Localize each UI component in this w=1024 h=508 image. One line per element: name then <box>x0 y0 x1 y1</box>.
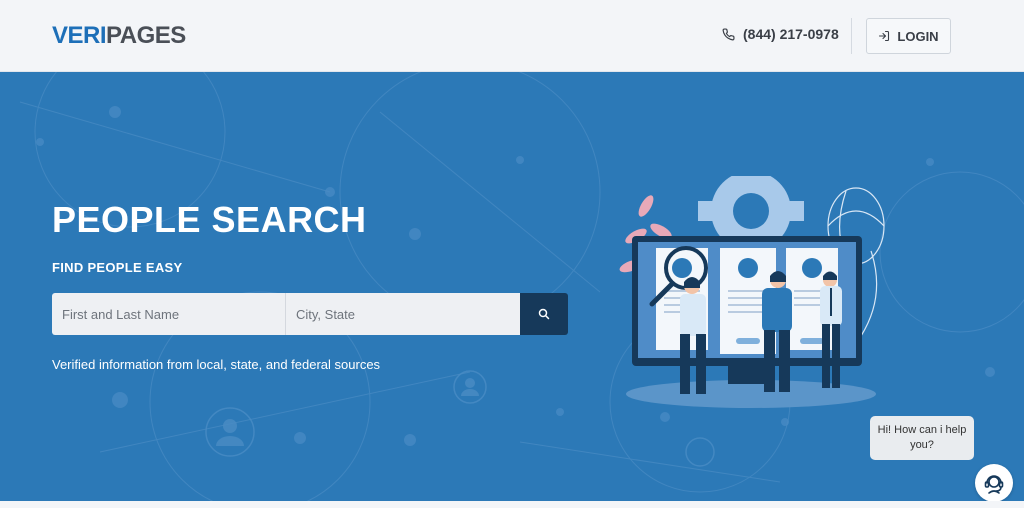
phone-link[interactable]: (844) 217-0978 <box>722 26 839 42</box>
chat-greeting-bubble[interactable]: Hi! How can i help you? <box>870 416 974 460</box>
site-header: VERIPAGES (844) 217-0978 LOGIN <box>0 0 1024 72</box>
header-divider <box>851 18 852 54</box>
page-title: PEOPLE SEARCH <box>52 199 367 240</box>
page-subtitle: FIND PEOPLE EASY <box>52 260 183 275</box>
phone-number: (844) 217-0978 <box>743 26 839 42</box>
name-input[interactable] <box>52 293 286 335</box>
tagline: Verified information from local, state, … <box>52 357 381 372</box>
logo-part-veri: VERI <box>52 22 107 49</box>
search-icon <box>538 308 550 320</box>
search-button[interactable] <box>520 293 568 335</box>
logo-part-pages: PAGES <box>106 22 186 49</box>
chat-launcher-button[interactable] <box>975 464 1013 502</box>
login-button[interactable]: LOGIN <box>866 18 951 54</box>
city-state-input[interactable] <box>286 293 520 335</box>
phone-icon <box>722 27 735 40</box>
login-label: LOGIN <box>897 28 939 44</box>
people-search-form <box>52 293 568 335</box>
login-icon <box>879 30 890 42</box>
logo[interactable]: VERIPAGES <box>52 22 186 50</box>
page-bottom-strip <box>0 501 1024 508</box>
support-agent-icon <box>984 475 1004 494</box>
people-search-illustration <box>619 176 885 408</box>
